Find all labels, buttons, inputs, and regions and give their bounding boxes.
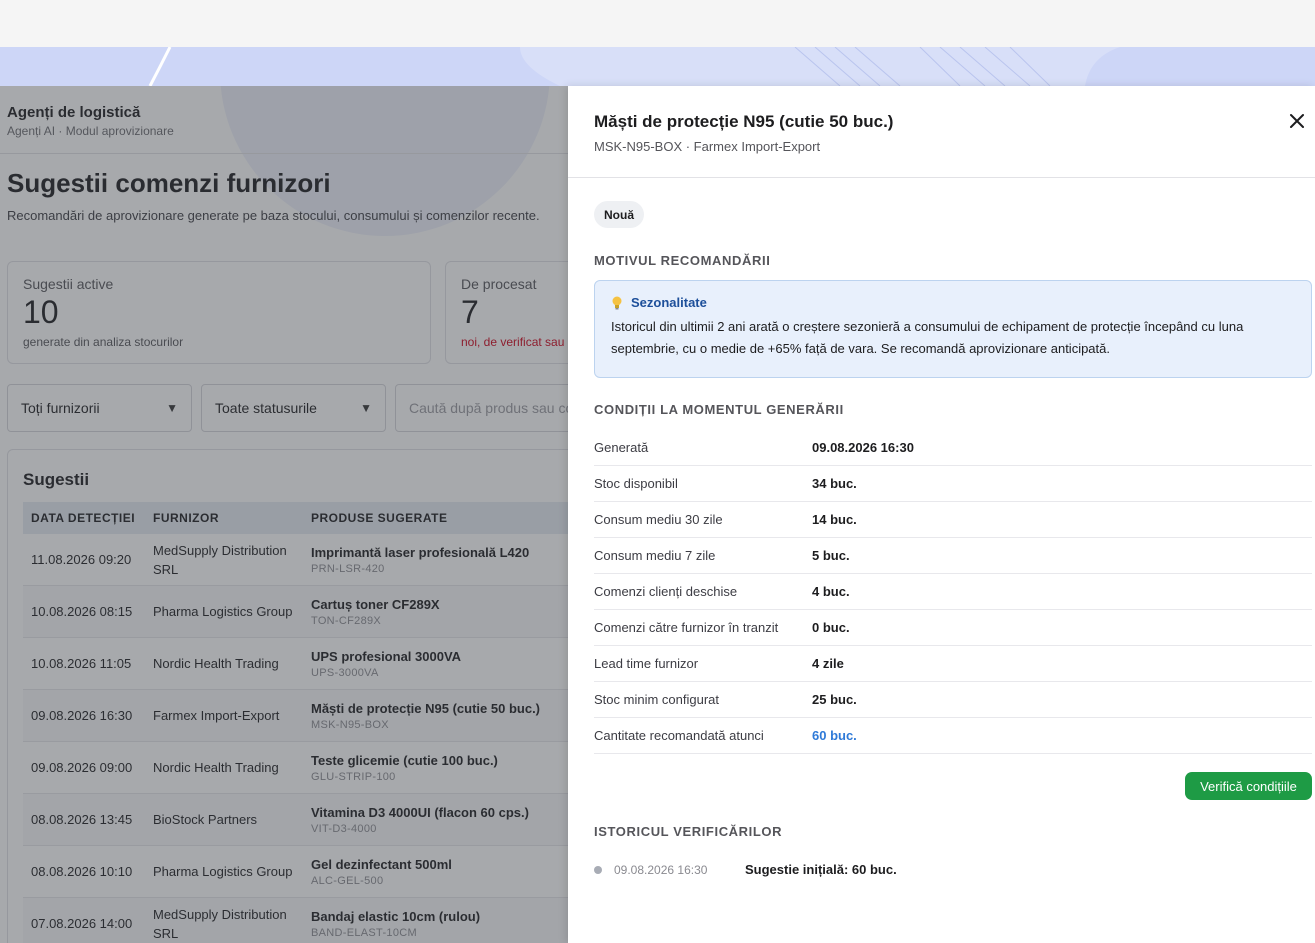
condition-value: 09.08.2026 16:30 (812, 440, 914, 455)
modal-backdrop[interactable] (0, 86, 568, 943)
timeline-dot (594, 865, 602, 874)
condition-row: Generată 09.08.2026 16:30 (594, 430, 1312, 466)
condition-value: 5 buc. (812, 548, 850, 563)
reason-box: Sezonalitate Istoricul din ultimii 2 ani… (594, 280, 1312, 378)
conditions-list: Generată 09.08.2026 16:30 Stoc disponibi… (594, 430, 1312, 754)
condition-label: Consum mediu 7 zile (594, 548, 716, 563)
verify-conditions-button[interactable]: Verifică condițiile (1185, 772, 1312, 800)
reason-title: Sezonalitate (631, 295, 707, 310)
history-text: Sugestie inițială: 60 buc. (745, 862, 897, 877)
decorative-banner (0, 47, 1315, 86)
condition-value: 34 buc. (812, 476, 857, 491)
condition-label: Stoc minim configurat (594, 692, 719, 707)
condition-label: Consum mediu 30 zile (594, 512, 723, 527)
condition-label: Cantitate recomandată atunci (594, 728, 764, 743)
condition-row: Comenzi clienți deschise 4 buc. (594, 574, 1312, 610)
reason-section-heading: MOTIVUL RECOMANDĂRII (594, 253, 771, 268)
condition-value: 60 buc. (812, 728, 857, 743)
condition-row: Stoc minim configurat 25 buc. (594, 682, 1312, 718)
close-icon[interactable] (1286, 110, 1308, 132)
browser-top-bar (0, 0, 1315, 47)
history-item: 09.08.2026 16:30 Sugestie inițială: 60 b… (594, 862, 897, 877)
drawer-title: Măști de protecție N95 (cutie 50 buc.) (594, 112, 894, 131)
condition-value: 14 buc. (812, 512, 857, 527)
lightbulb-icon (612, 296, 622, 309)
condition-row: Consum mediu 30 zile 14 buc. (594, 502, 1312, 538)
history-date: 09.08.2026 16:30 (614, 862, 708, 877)
condition-value: 4 zile (812, 656, 844, 671)
condition-row: Comenzi către furnizor în tranzit 0 buc. (594, 610, 1312, 646)
condition-row: Cantitate recomandată atunci 60 buc. (594, 718, 1312, 754)
condition-value: 4 buc. (812, 584, 850, 599)
conditions-section-heading: CONDIȚII LA MOMENTUL GENERĂRII (594, 402, 844, 417)
condition-label: Lead time furnizor (594, 656, 699, 671)
condition-value: 25 buc. (812, 692, 857, 707)
condition-value: 0 buc. (812, 620, 850, 635)
drawer-subtitle: MSK-N95-BOX · Farmex Import-Export (594, 139, 821, 154)
reason-text: Istoricul din ultimii 2 ani arată o creș… (611, 319, 1244, 356)
status-badge: Nouă (594, 201, 644, 228)
condition-row: Stoc disponibil 34 buc. (594, 466, 1312, 502)
reason-header: Sezonalitate (611, 295, 1295, 310)
history-section-heading: ISTORICUL VERIFICĂRILOR (594, 824, 783, 839)
condition-label: Generată (594, 440, 649, 455)
condition-row: Lead time furnizor 4 zile (594, 646, 1312, 682)
suggestion-detail-drawer: Măști de protecție N95 (cutie 50 buc.) M… (568, 86, 1315, 943)
condition-label: Comenzi clienți deschise (594, 584, 738, 599)
condition-label: Stoc disponibil (594, 476, 678, 491)
drawer-header-divider (568, 177, 1315, 178)
condition-label: Comenzi către furnizor în tranzit (594, 620, 779, 635)
condition-row: Consum mediu 7 zile 5 buc. (594, 538, 1312, 574)
